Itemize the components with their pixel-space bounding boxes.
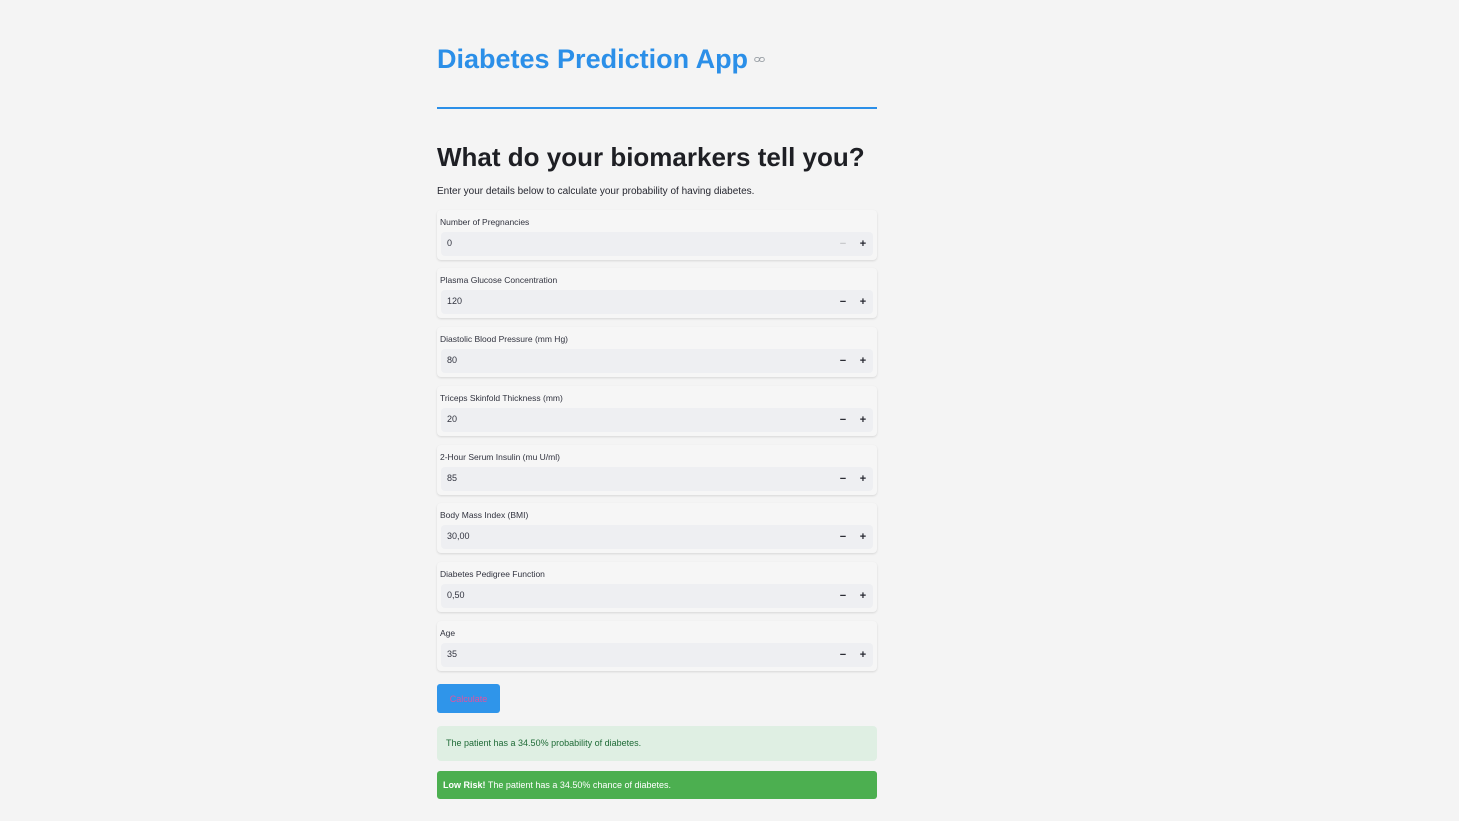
pedigree-decrement-button[interactable]: − (833, 584, 853, 608)
skinfold-value[interactable]: 20 (447, 414, 457, 424)
skinfold-input[interactable]: 20 − + (441, 408, 873, 432)
age-input[interactable]: 35 − + (441, 643, 873, 667)
blood-pressure-decrement-button[interactable]: − (833, 349, 853, 373)
pedigree-input[interactable]: 0,50 − + (441, 584, 873, 608)
link-icon[interactable] (754, 54, 765, 65)
blood-pressure-increment-button[interactable]: + (853, 349, 873, 373)
blood-pressure-label: Diastolic Blood Pressure (mm Hg) (440, 334, 569, 344)
insulin-decrement-button[interactable]: − (833, 467, 853, 491)
pregnancies-decrement-button[interactable]: − (833, 232, 853, 256)
bmi-increment-button[interactable]: + (853, 525, 873, 549)
bmi-label: Body Mass Index (BMI) (440, 510, 529, 520)
glucose-input[interactable]: 120 − + (441, 290, 873, 314)
insulin-label: 2-Hour Serum Insulin (mu U/ml) (440, 452, 560, 462)
app-page: Diabetes Prediction App What do your bio… (0, 0, 1459, 821)
bmi-decrement-button[interactable]: − (833, 525, 853, 549)
title-divider (437, 107, 877, 109)
age-decrement-button[interactable]: − (833, 643, 853, 667)
blood-pressure-input[interactable]: 80 − + (441, 349, 873, 373)
pregnancies-increment-button[interactable]: + (853, 232, 873, 256)
blood-pressure-field: Diastolic Blood Pressure (mm Hg) 80 − + (437, 327, 877, 377)
insulin-value[interactable]: 85 (447, 473, 457, 483)
blood-pressure-value[interactable]: 80 (447, 355, 457, 365)
pedigree-label: Diabetes Pedigree Function (440, 569, 545, 579)
skinfold-increment-button[interactable]: + (853, 408, 873, 432)
skinfold-label: Triceps Skinfold Thickness (mm) (440, 393, 563, 403)
pregnancies-input[interactable]: 0 − + (441, 232, 873, 256)
risk-banner-text: Low Risk! The patient has a 34.50% chanc… (443, 780, 671, 790)
bmi-field: Body Mass Index (BMI) 30,00 − + (437, 503, 877, 553)
probability-result: The patient has a 34.50% probability of … (437, 726, 877, 761)
page-heading: What do your biomarkers tell you? (437, 142, 865, 172)
risk-banner: Low Risk! The patient has a 34.50% chanc… (437, 771, 877, 799)
pregnancies-value[interactable]: 0 (447, 238, 452, 248)
risk-label: Low Risk! (443, 780, 486, 790)
glucose-value[interactable]: 120 (447, 296, 462, 306)
insulin-increment-button[interactable]: + (853, 467, 873, 491)
skinfold-field: Triceps Skinfold Thickness (mm) 20 − + (437, 386, 877, 436)
pregnancies-field: Number of Pregnancies 0 − + (437, 210, 877, 260)
age-value[interactable]: 35 (447, 649, 457, 659)
glucose-field: Plasma Glucose Concentration 120 − + (437, 268, 877, 318)
pedigree-field: Diabetes Pedigree Function 0,50 − + (437, 562, 877, 612)
insulin-field: 2-Hour Serum Insulin (mu U/ml) 85 − + (437, 445, 877, 495)
glucose-decrement-button[interactable]: − (833, 290, 853, 314)
age-field: Age 35 − + (437, 621, 877, 671)
intro-text: Enter your details below to calculate yo… (437, 186, 755, 197)
glucose-label: Plasma Glucose Concentration (440, 275, 558, 285)
probability-result-text: The patient has a 34.50% probability of … (446, 738, 642, 748)
bmi-value[interactable]: 30,00 (447, 531, 470, 541)
app-title-text: Diabetes Prediction App (437, 44, 749, 74)
calculate-button[interactable]: Calculate (437, 684, 500, 713)
insulin-input[interactable]: 85 − + (441, 467, 873, 491)
bmi-input[interactable]: 30,00 − + (441, 525, 873, 549)
pedigree-value[interactable]: 0,50 (447, 590, 465, 600)
skinfold-decrement-button[interactable]: − (833, 408, 853, 432)
age-increment-button[interactable]: + (853, 643, 873, 667)
age-label: Age (440, 628, 456, 638)
glucose-increment-button[interactable]: + (853, 290, 873, 314)
app-title: Diabetes Prediction App (437, 44, 765, 75)
pedigree-increment-button[interactable]: + (853, 584, 873, 608)
risk-message: The patient has a 34.50% chance of diabe… (485, 780, 671, 790)
pregnancies-label: Number of Pregnancies (440, 217, 530, 227)
